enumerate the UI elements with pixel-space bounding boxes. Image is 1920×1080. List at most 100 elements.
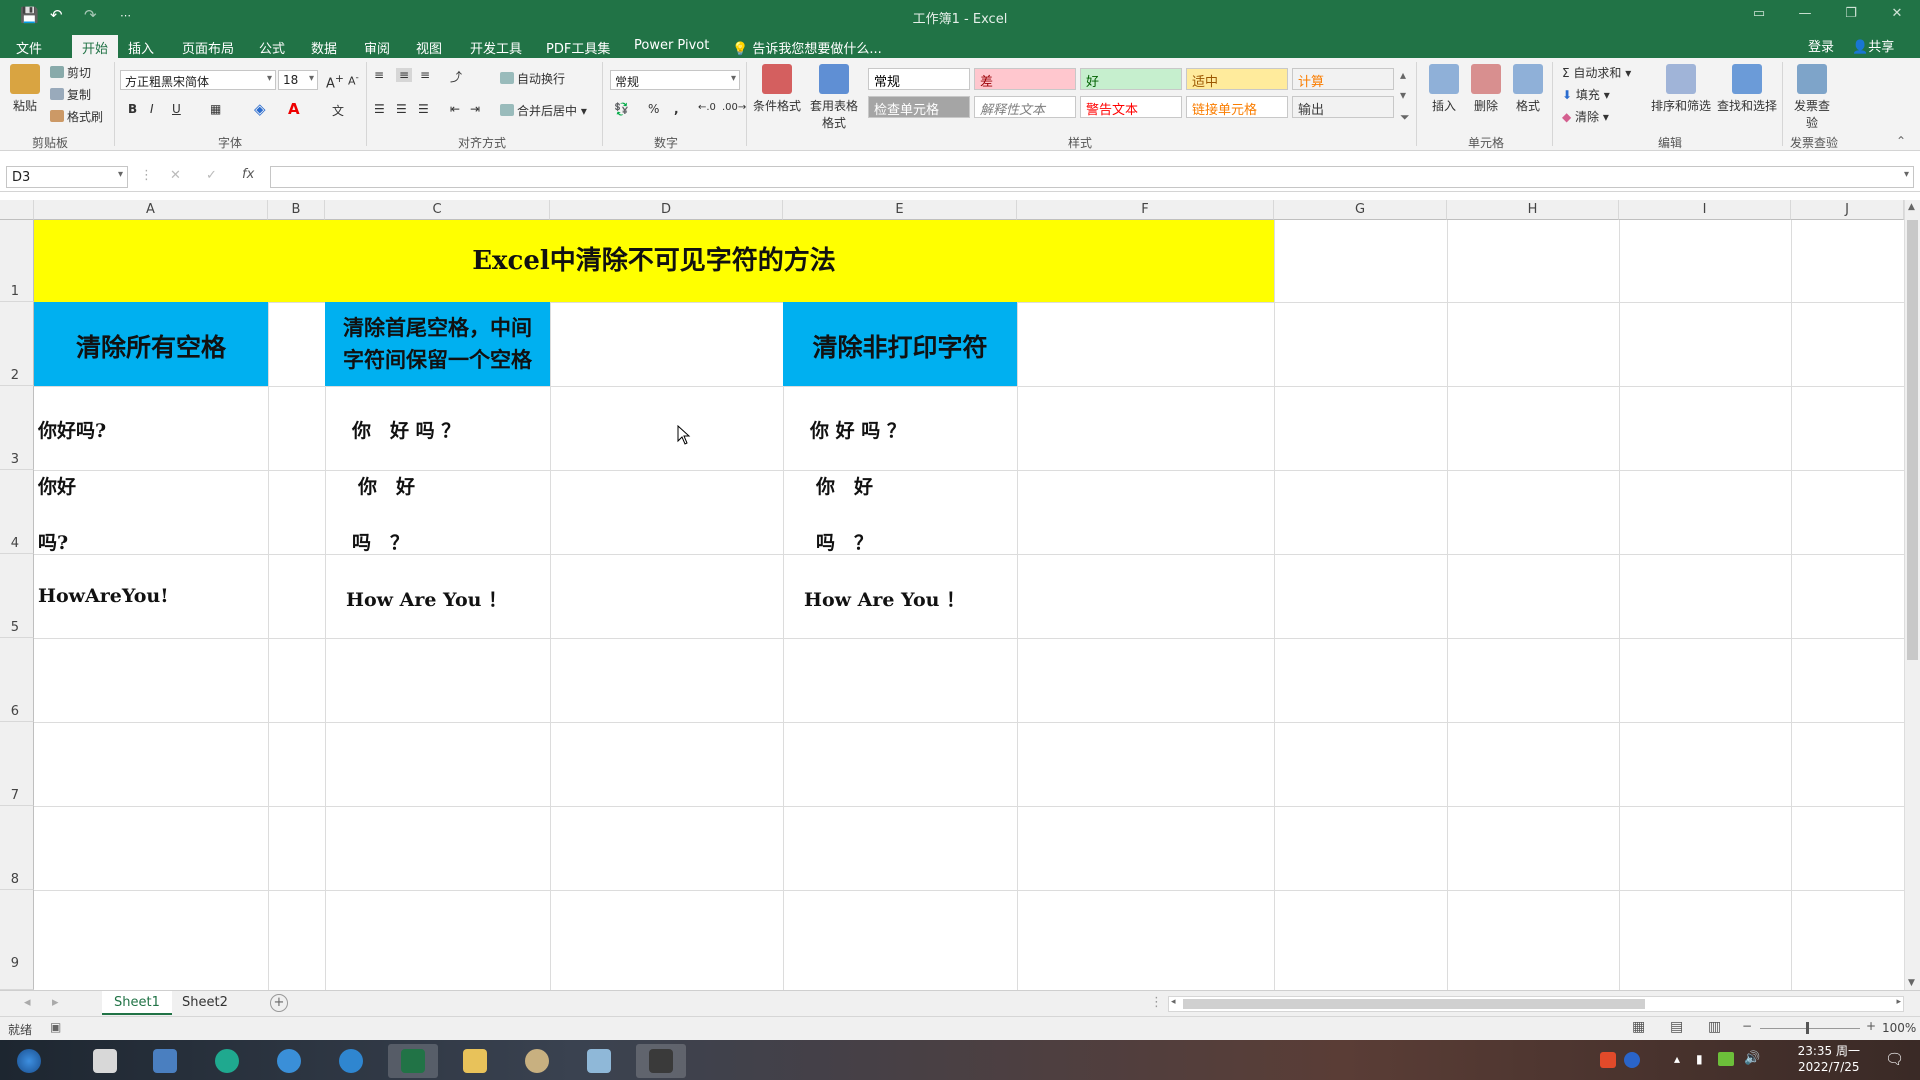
taskbar-app-1[interactable] [80,1044,130,1078]
zoom-level[interactable]: 100% [1882,1021,1916,1035]
taskbar-app-2[interactable] [140,1044,190,1078]
font-color-icon[interactable]: A [288,100,300,118]
increase-decimal-icon[interactable]: ←.0 [698,102,716,113]
scroll-up-icon[interactable]: ▲ [1908,202,1915,212]
cell-style-option[interactable]: 计算 [1292,68,1394,90]
security-tray-icon[interactable] [1718,1052,1734,1066]
cell-a4-line2[interactable]: 吗? [38,528,68,555]
cell-e3[interactable]: 你 好 吗 ？ [810,416,906,443]
prev-sheet-icon[interactable]: ◂ [24,995,31,1010]
cell-c4-line2[interactable]: 吗 ？ [352,528,409,555]
horizontal-scrollbar[interactable]: ◂ ▸ [1168,996,1904,1012]
name-box[interactable]: D3 ▾ [6,166,128,188]
align-middle-icon[interactable]: ≡ [396,68,413,82]
action-center-icon[interactable]: 🗨 [1885,1050,1904,1068]
number-format-combo[interactable]: 常规 ▾ [610,70,740,90]
tab-data[interactable]: 数据 [301,35,347,58]
minimize-icon[interactable]: — [1790,6,1820,26]
enter-icon[interactable]: ✓ [206,168,217,183]
taskbar-app-5[interactable] [326,1044,376,1078]
row-header-4[interactable]: 4 [0,470,34,554]
sort-filter-button[interactable]: 排序和筛选 [1650,64,1712,114]
taskbar-app-3[interactable] [202,1044,252,1078]
start-button[interactable] [4,1044,52,1078]
format-cells-button[interactable]: 格式 [1508,64,1548,114]
format-painter-button[interactable]: 格式刷 [50,108,103,125]
cell-style-option[interactable]: 警告文本 [1080,96,1182,118]
gallery-more-icon[interactable]: ⏷ [1400,110,1410,125]
merge-center-button[interactable]: 合并后居中 ▾ [500,102,587,119]
share-button[interactable]: 👤共享 [1852,36,1894,55]
maximize-icon[interactable]: ❐ [1836,6,1866,26]
collapse-ribbon-icon[interactable]: ⌃ [1896,134,1906,148]
font-name-combo[interactable]: 方正粗黑宋简体 ▾ [120,70,276,90]
autosum-button[interactable]: Σ 自动求和 ▾ [1562,64,1631,81]
grow-font-icon[interactable]: A+ [326,72,344,91]
align-center-icon[interactable]: ☰ [396,102,407,116]
italic-button[interactable]: I [150,102,154,116]
cell-style-option[interactable]: 差 [974,68,1076,90]
ime-icon[interactable] [1600,1052,1616,1068]
increase-indent-icon[interactable]: ⇥ [470,102,480,116]
row-header-9[interactable]: 9 [0,890,34,990]
close-icon[interactable]: ✕ [1882,6,1912,26]
sheet-tab-sheet1[interactable]: Sheet1 [102,991,172,1015]
cell-style-option[interactable]: 链接单元格 [1186,96,1288,118]
cell-e4-line1[interactable]: 你 好 [816,472,873,499]
bold-button[interactable]: B [128,102,137,116]
vertical-scrollbar[interactable]: ▲ ▼ [1904,200,1920,990]
font-size-combo[interactable]: 18 ▾ [278,70,318,90]
tab-page-layout[interactable]: 页面布局 [172,35,244,58]
cell-a4-line1[interactable]: 你好 [38,472,76,499]
tab-view[interactable]: 视图 [406,35,452,58]
cancel-icon[interactable]: ✕ [170,168,181,183]
taskbar-recorder[interactable] [636,1044,686,1078]
network-signal-icon[interactable]: ▮ [1696,1052,1703,1066]
column-header-j[interactable]: J [1791,200,1904,220]
comma-button[interactable]: , [674,102,679,116]
conditional-format-button[interactable]: 条件格式 [750,64,804,114]
gallery-scroll-down-icon[interactable]: ▾ [1400,88,1406,102]
zoom-slider-thumb[interactable] [1806,1022,1809,1034]
cell-style-option[interactable]: 解释性文本 [974,96,1076,118]
horizontal-scroll-thumb[interactable] [1183,999,1645,1009]
tab-insert[interactable]: 插入 [118,35,164,58]
column-header-c[interactable]: C [325,200,550,220]
tab-file[interactable]: 文件 [6,35,52,58]
row-header-3[interactable]: 3 [0,386,34,470]
cell-style-option[interactable]: 好 [1080,68,1182,90]
ribbon-display-icon[interactable]: ▭ [1744,6,1774,26]
scroll-down-icon[interactable]: ▼ [1908,978,1915,988]
phonetic-icon[interactable]: 文 [332,102,344,119]
cell-c4-line1[interactable]: 你 好 [358,472,415,499]
sheet-title-cell[interactable]: Excel中清除不可见字符的方法 [34,220,1274,302]
fill-color-icon[interactable]: ◈ [254,100,266,118]
page-layout-view-icon[interactable]: ▤ [1670,1019,1683,1035]
cell-a5[interactable]: HowAreYou! [38,585,169,607]
next-sheet-icon[interactable]: ▸ [52,995,59,1010]
column-header-a[interactable]: A [34,200,268,220]
tab-developer[interactable]: 开发工具 [460,35,532,58]
find-select-button[interactable]: 查找和选择 [1716,64,1778,114]
page-break-view-icon[interactable]: ▥ [1708,1019,1721,1035]
align-bottom-icon[interactable]: ≡ [420,68,430,82]
decrease-indent-icon[interactable]: ⇤ [450,102,460,116]
tab-power-pivot[interactable]: Power Pivot [624,35,719,58]
taskbar-app-9[interactable] [574,1044,624,1078]
split-handle-icon[interactable]: ⋮ [1150,995,1163,1010]
cell-style-option[interactable]: 输出 [1292,96,1394,118]
percent-button[interactable]: % [648,102,659,116]
align-left-icon[interactable]: ☰ [374,102,385,116]
cell-e4-line2[interactable]: 吗 ？ [816,528,873,555]
cell-c5[interactable]: How Are You ！ [346,585,507,612]
invoice-check-button[interactable]: 发票查验 [1790,64,1834,131]
normal-view-icon[interactable]: ▦ [1632,1019,1645,1035]
align-top-icon[interactable]: ≡ [374,68,384,82]
expand-formula-icon[interactable]: ▾ [1904,169,1909,180]
row-header-2[interactable]: 2 [0,302,34,386]
scroll-left-icon[interactable]: ◂ [1171,997,1176,1007]
cell-a3[interactable]: 你好吗? [38,416,106,443]
macro-record-icon[interactable]: ▣ [50,1020,61,1034]
function-icon[interactable]: fx [242,167,254,182]
taskbar-app-4[interactable] [264,1044,314,1078]
